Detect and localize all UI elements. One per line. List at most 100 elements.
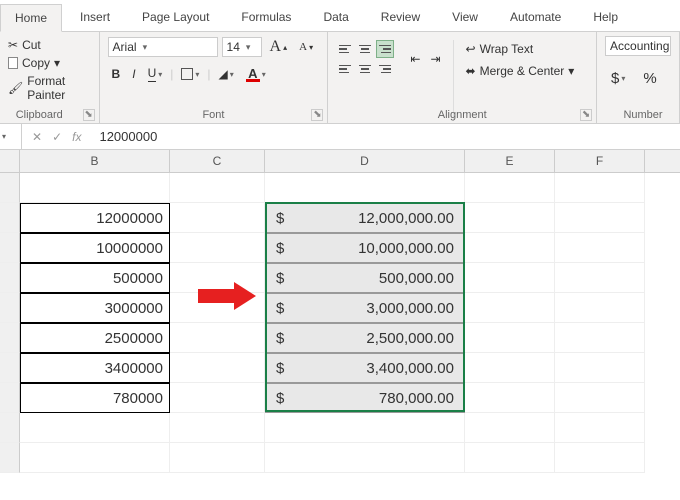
font-dialog-launcher[interactable]: ⬊	[311, 109, 323, 121]
underline-button[interactable]: U▾	[144, 64, 167, 84]
align-bottom-right[interactable]	[376, 60, 394, 78]
col-header-d[interactable]: D	[265, 150, 465, 172]
cell[interactable]	[170, 173, 265, 203]
cell[interactable]	[20, 413, 170, 443]
cell[interactable]	[465, 173, 555, 203]
align-top-right[interactable]	[376, 40, 394, 58]
tab-help[interactable]: Help	[579, 4, 632, 31]
cell[interactable]	[265, 173, 465, 203]
align-bottom-center[interactable]	[356, 60, 374, 78]
cell[interactable]: $500,000.00	[265, 263, 465, 293]
cell[interactable]: $780,000.00	[265, 383, 465, 413]
wrap-text-button[interactable]: ↩Wrap Text	[460, 40, 581, 58]
cell[interactable]	[555, 413, 645, 443]
arrow-annotation	[198, 282, 258, 310]
accounting-format-button[interactable]: $▾	[607, 68, 629, 89]
font-size-select[interactable]: 14▾	[222, 37, 262, 57]
cell[interactable]: $3,000,000.00	[265, 293, 465, 323]
cell[interactable]	[265, 443, 465, 473]
tab-view[interactable]: View	[438, 4, 492, 31]
align-top-center[interactable]	[356, 40, 374, 58]
cell[interactable]	[555, 323, 645, 353]
cell[interactable]	[20, 443, 170, 473]
alignment-dialog-launcher[interactable]: ⬊	[580, 109, 592, 121]
cell[interactable]	[555, 203, 645, 233]
cell[interactable]	[170, 353, 265, 383]
cell[interactable]	[465, 323, 555, 353]
merge-center-button[interactable]: ⬌Merge & Center ▾	[460, 62, 581, 80]
font-name-select[interactable]: Arial▾	[108, 37, 218, 57]
cell[interactable]	[265, 413, 465, 443]
tab-home[interactable]: Home	[0, 4, 62, 32]
increase-font-button[interactable]: A▴	[266, 36, 292, 58]
cancel-formula-icon[interactable]: ✕	[32, 130, 42, 144]
cut-button[interactable]: ✂Cut	[8, 36, 91, 54]
cell[interactable]: 12000000	[20, 203, 170, 233]
cell[interactable]	[555, 263, 645, 293]
cell[interactable]	[465, 353, 555, 383]
cell[interactable]	[465, 203, 555, 233]
cell[interactable]: 3400000	[20, 353, 170, 383]
cell[interactable]	[555, 383, 645, 413]
cell[interactable]	[465, 383, 555, 413]
cell[interactable]: $3,400,000.00	[265, 353, 465, 383]
tab-review[interactable]: Review	[367, 4, 434, 31]
cell[interactable]	[465, 293, 555, 323]
font-color-button[interactable]: A▾	[242, 64, 270, 84]
decrease-indent-button[interactable]: ⇤	[406, 50, 424, 68]
cell[interactable]	[170, 383, 265, 413]
brush-icon: 🖌	[8, 81, 23, 95]
cell[interactable]	[555, 443, 645, 473]
increase-indent-button[interactable]: ⇥	[426, 50, 444, 68]
cell[interactable]: 500000	[20, 263, 170, 293]
bold-button[interactable]: B	[108, 65, 125, 83]
cell[interactable]	[170, 323, 265, 353]
fx-icon[interactable]: fx	[72, 130, 81, 144]
cell[interactable]: 2500000	[20, 323, 170, 353]
cell[interactable]: 10000000	[20, 233, 170, 263]
tab-insert[interactable]: Insert	[66, 4, 124, 31]
cell[interactable]: 780000	[20, 383, 170, 413]
cell[interactable]: 3000000	[20, 293, 170, 323]
cell[interactable]	[465, 233, 555, 263]
cell[interactable]	[170, 443, 265, 473]
col-header-e[interactable]: E	[465, 150, 555, 172]
tab-formulas[interactable]: Formulas	[227, 4, 305, 31]
cell[interactable]	[170, 233, 265, 263]
cell[interactable]	[170, 413, 265, 443]
decrease-font-button[interactable]: A▾	[295, 39, 317, 55]
accept-formula-icon[interactable]: ✓	[52, 130, 62, 144]
cell[interactable]	[20, 173, 170, 203]
percent-format-button[interactable]: %	[639, 68, 660, 89]
tab-data[interactable]: Data	[309, 4, 362, 31]
number-format-select[interactable]: Accounting	[605, 36, 671, 56]
cell[interactable]	[555, 233, 645, 263]
borders-button[interactable]: ▾	[177, 66, 203, 82]
col-header-b[interactable]: B	[20, 150, 170, 172]
cell[interactable]	[170, 203, 265, 233]
cell[interactable]: $10,000,000.00	[265, 233, 465, 263]
cell[interactable]	[465, 443, 555, 473]
fill-color-button[interactable]: ◢▾	[215, 65, 238, 83]
align-top-left[interactable]	[336, 40, 354, 58]
spreadsheet-grid[interactable]: B C D E F 12000000 $12,000,000.00 10000000…	[0, 150, 680, 473]
cell[interactable]	[555, 293, 645, 323]
align-bottom-left[interactable]	[336, 60, 354, 78]
cell[interactable]: $12,000,000.00	[265, 203, 465, 233]
col-header-f[interactable]: F	[555, 150, 645, 172]
cell[interactable]	[555, 353, 645, 383]
tab-page-layout[interactable]: Page Layout	[128, 4, 223, 31]
clipboard-dialog-launcher[interactable]: ⬊	[83, 109, 95, 121]
cell[interactable]	[555, 173, 645, 203]
name-box[interactable]: ▾	[0, 124, 22, 149]
tab-automate[interactable]: Automate	[496, 4, 575, 31]
col-header-c[interactable]: C	[170, 150, 265, 172]
cell[interactable]	[465, 263, 555, 293]
italic-button[interactable]: I	[128, 65, 139, 83]
copy-button[interactable]: Copy ▾	[8, 54, 91, 72]
cell[interactable]: $2,500,000.00	[265, 323, 465, 353]
format-painter-button[interactable]: 🖌Format Painter	[8, 72, 91, 104]
formula-input[interactable]: 12000000	[91, 129, 165, 144]
merge-icon: ⬌	[466, 64, 476, 78]
cell[interactable]	[465, 413, 555, 443]
